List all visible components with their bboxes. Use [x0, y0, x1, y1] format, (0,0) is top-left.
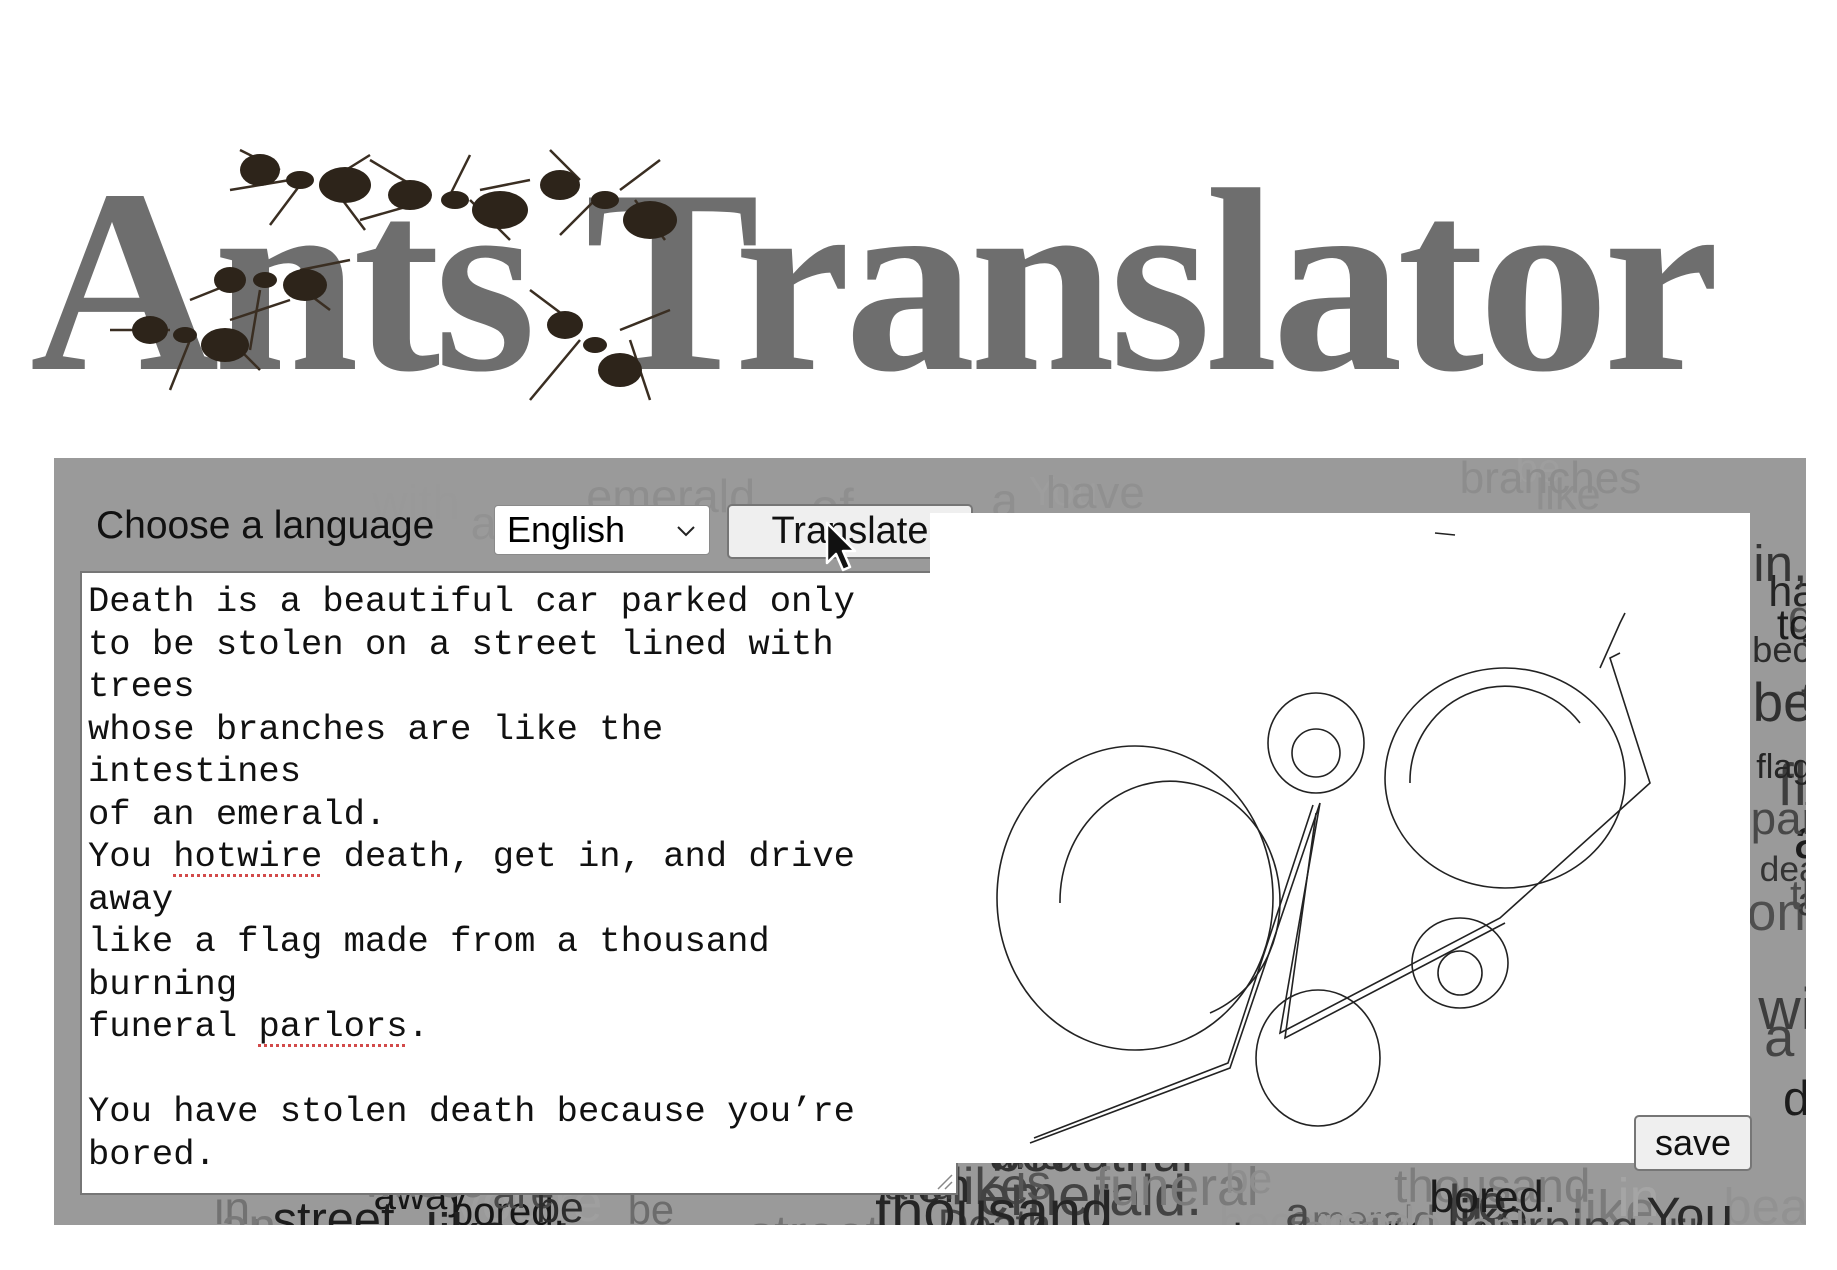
poem-line: of an emerald. [88, 793, 387, 835]
poem-line: whose branches are like the [88, 708, 664, 750]
poem-line: You have stolen death because you’re [88, 1091, 855, 1132]
save-button[interactable]: save [1634, 1115, 1752, 1171]
poem-line: away [88, 878, 174, 920]
resize-grip-icon[interactable] [932, 1169, 954, 1191]
poem-line: Death is a beautiful car parked only [88, 581, 855, 622]
translator-panel: emerald.Youwithabeoflikeabrancheshavefro… [54, 458, 1806, 1225]
poem-line: intestines [88, 751, 302, 792]
poem-line: burning [88, 963, 238, 1005]
misspelled-word: parlors [258, 1006, 408, 1047]
header: Ants Translator [0, 140, 1837, 430]
ant-path-drawing [996, 532, 1651, 1144]
ants-illustration-icon [110, 148, 677, 401]
poem-line [88, 1049, 950, 1092]
language-label: Choose a language [96, 504, 435, 547]
poem-line: bored. [88, 1133, 216, 1175]
language-select[interactable]: English [494, 505, 710, 555]
language-select-value: English [507, 509, 626, 550]
mouse-pointer-icon [825, 521, 857, 572]
poem-line: trees [88, 666, 195, 707]
chevron-down-icon [677, 526, 695, 537]
poem-line: like a flag made from a thousand [88, 921, 770, 962]
poem-line: funeral parlors. [88, 1006, 429, 1047]
poem-line: to be stolen on a street lined with [88, 623, 834, 665]
poem-textarea[interactable]: Death is a beautiful car parked only to … [80, 571, 958, 1195]
misspelled-word: hotwire [173, 836, 323, 877]
poem-line: You hotwire death, get in, and drive [88, 836, 855, 877]
ant-drawing-canvas [930, 513, 1750, 1163]
